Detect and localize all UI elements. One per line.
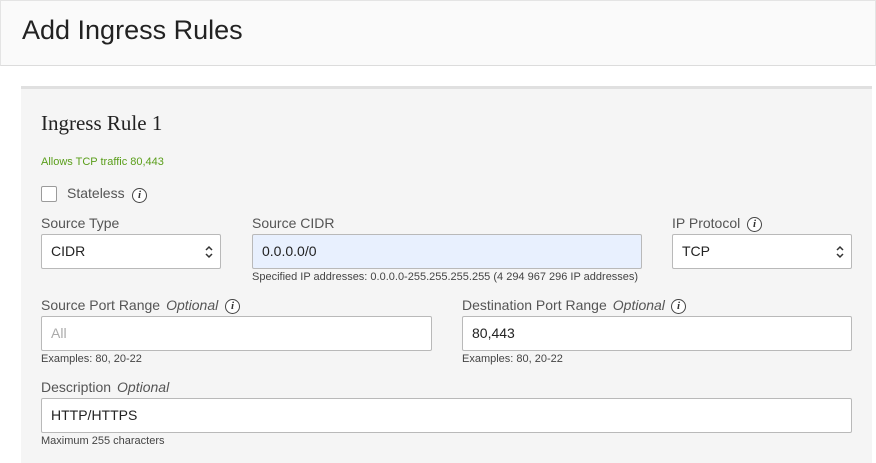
dest-port-label: Destination Port Range Optional	[462, 297, 665, 313]
stateless-label: Stateless	[67, 185, 125, 201]
page-title: Add Ingress Rules	[22, 15, 243, 45]
ip-protocol-value: TCP	[682, 243, 710, 259]
select-arrows-icon	[205, 245, 213, 259]
source-cidr-label: Source CIDR	[252, 215, 335, 231]
info-icon[interactable]: i	[671, 299, 686, 314]
description-help: Maximum 255 characters	[41, 435, 165, 447]
optional-text: Optional	[612, 297, 665, 313]
rule-title: Ingress Rule 1	[41, 111, 163, 135]
optional-text: Optional	[117, 379, 170, 395]
source-port-placeholder: All	[51, 325, 67, 341]
dest-port-help: Examples: 80, 20-22	[462, 353, 563, 365]
source-port-help: Examples: 80, 20-22	[41, 353, 142, 365]
description-value: HTTP/HTTPS	[51, 407, 138, 423]
source-cidr-help: Specified IP addresses: 0.0.0.0-255.255.…	[252, 271, 639, 283]
dest-port-label-text: Destination Port Range	[462, 297, 607, 313]
info-icon[interactable]: i	[225, 299, 240, 314]
source-type-label: Source Type	[41, 215, 120, 231]
ip-protocol-label: IP Protocol	[672, 215, 741, 231]
source-port-label: Source Port Range Optional	[41, 297, 218, 313]
select-arrows-icon	[836, 245, 844, 259]
source-port-input[interactable]: All	[41, 316, 432, 351]
optional-text: Optional	[166, 297, 219, 313]
dest-port-input[interactable]: 80,443	[462, 316, 852, 351]
info-icon[interactable]: i	[747, 217, 762, 232]
source-type-select[interactable]: CIDR	[41, 234, 221, 269]
description-label-text: Description	[41, 379, 112, 395]
source-cidr-value: 0.0.0.0/0	[262, 243, 317, 259]
info-icon[interactable]: i	[132, 188, 147, 203]
source-type-value: CIDR	[51, 243, 86, 259]
dest-port-value: 80,443	[472, 325, 515, 341]
stateless-checkbox[interactable]	[41, 186, 57, 202]
ip-protocol-select[interactable]: TCP	[672, 234, 852, 269]
description-label: Description Optional	[41, 379, 169, 395]
rule-summary: Allows TCP traffic 80,443	[41, 156, 164, 168]
description-input[interactable]: HTTP/HTTPS	[41, 398, 852, 433]
source-cidr-input[interactable]: 0.0.0.0/0	[252, 234, 642, 269]
dialog-header: Add Ingress Rules	[0, 0, 876, 66]
source-port-label-text: Source Port Range	[41, 297, 161, 313]
